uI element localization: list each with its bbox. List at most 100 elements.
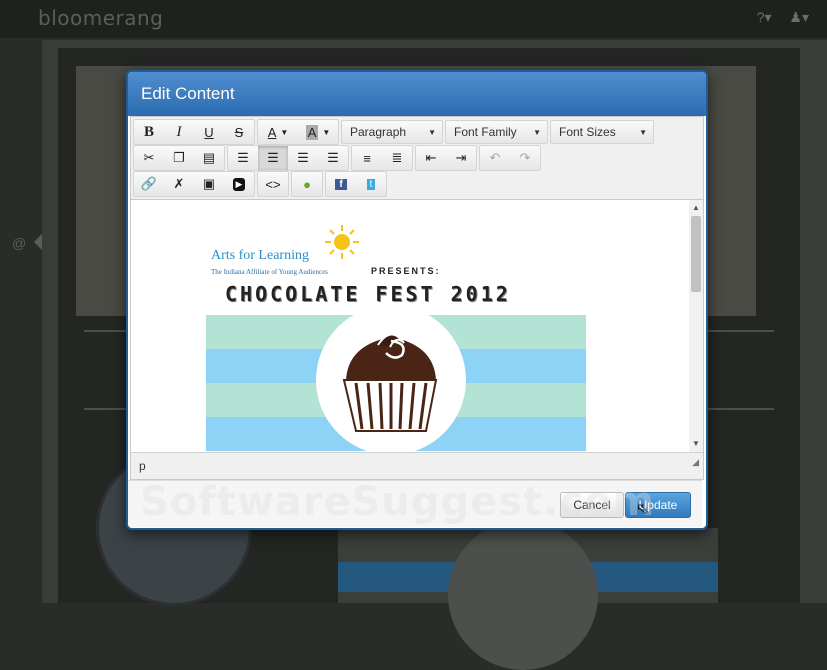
bullet-list-icon: ≡ [363,150,371,166]
redo-button[interactable]: ↷ [510,146,540,170]
toolbar-row-1: B I U S A ▼ A ▼ Paragraph ▼ Font Family ▼ [133,119,701,145]
remove-link-button[interactable]: ✗ [164,172,194,196]
insert-group: 🔗 ✗ ▣ ▶ [133,171,255,197]
copy-button[interactable]: ❐ [164,146,194,170]
video-icon: ▶ [232,177,246,191]
event-title: CHOCOLATE FEST 2012 [225,282,511,306]
top-icons: ?▾ ♟▾ [743,9,809,26]
toolbar-row-3: 🔗 ✗ ▣ ▶ <> ● f t [133,171,701,197]
code-group: <> [257,171,289,197]
font-sizes-select[interactable]: Font Sizes ▼ [550,120,654,144]
background-color-icon: A [305,124,319,140]
indent-icon: ⇥ [455,150,467,165]
chevron-down-icon: ▼ [639,127,647,137]
numbered-list-button[interactable]: ≣ [382,146,412,170]
facebook-button[interactable]: f [326,172,356,196]
collapse-arrow-icon[interactable] [34,234,42,250]
history-group: ↶ ↷ [479,145,541,171]
block-format-label: Paragraph [350,125,407,139]
list-group: ≡ ≣ [351,145,413,171]
watermark: SoftwareSuggest.com [140,479,656,525]
paste-icon: ▤ [202,150,216,165]
align-right-button[interactable]: ☰ [288,146,318,170]
code-icon: <> [265,176,281,192]
chevron-down-icon: ▼ [533,127,541,137]
numbered-list-icon: ≣ [391,150,403,165]
clipboard-group: ✂ ❐ ▤ [133,145,225,171]
leaf-button[interactable]: ● [292,172,322,196]
social-group: f t [325,171,387,197]
underline-button[interactable]: U [194,120,224,144]
align-center-icon: ☰ [267,150,279,165]
bold-button[interactable]: B [134,120,164,144]
twitter-icon: t [366,178,376,190]
cupcake-image [316,305,466,452]
leaf-icon: ● [303,176,311,192]
alignment-group: ☰ ☰ ☰ ☰ [227,145,349,171]
strikethrough-button[interactable]: S [224,120,254,144]
align-left-icon: ☰ [237,150,249,165]
scroll-up-icon[interactable]: ▲ [689,202,703,214]
text-color-button[interactable]: A ▼ [258,120,298,144]
toolbar-row-2: ✂ ❐ ▤ ☰ ☰ ☰ ☰ ≡ ≣ ⇤ ⇥ ↶ ↷ [133,145,701,171]
italic-button[interactable]: I [164,120,194,144]
paste-button[interactable]: ▤ [194,146,224,170]
cut-button[interactable]: ✂ [134,146,164,170]
align-center-button[interactable]: ☰ [258,146,288,170]
scissors-icon: ✂ [143,150,155,165]
block-format-select[interactable]: Paragraph ▼ [341,120,443,144]
rich-text-editor: B I U S A ▼ A ▼ Paragraph ▼ Font Family ▼ [130,116,704,480]
help-icon[interactable]: ?▾ [757,9,772,25]
unlink-icon: ✗ [173,176,185,191]
insert-video-button[interactable]: ▶ [224,172,254,196]
modal-title: Edit Content [141,84,235,103]
editor-toolbar: B I U S A ▼ A ▼ Paragraph ▼ Font Family ▼ [131,117,703,200]
app-logo[interactable]: bloomerang [38,6,163,30]
chevron-down-icon: ▼ [428,127,436,137]
presents-label: PRESENTS: [371,266,441,276]
font-sizes-label: Font Sizes [559,125,616,139]
link-icon: 🔗 [140,176,158,191]
align-left-button[interactable]: ☰ [228,146,258,170]
modal-header: Edit Content [128,72,706,116]
top-bar: bloomerang ?▾ ♟▾ [0,0,827,38]
undo-button[interactable]: ↶ [480,146,510,170]
content-scrollbar[interactable]: ▲ ▼ [689,200,703,452]
org-name: Arts for Learning [211,248,309,263]
align-justify-button[interactable]: ☰ [318,146,348,170]
color-group: A ▼ A ▼ [257,119,339,145]
sun-logo-icon [325,225,359,259]
insert-link-button[interactable]: 🔗 [134,172,164,196]
plugin-group: ● [291,171,323,197]
chevron-down-icon: ▼ [322,127,331,137]
text-style-group: B I U S [133,119,255,145]
redo-icon: ↷ [519,150,531,165]
bullet-list-button[interactable]: ≡ [352,146,382,170]
source-code-button[interactable]: <> [258,172,288,196]
outdent-button[interactable]: ⇤ [416,146,446,170]
copy-icon: ❐ [173,150,185,165]
user-icon[interactable]: ♟▾ [789,9,809,25]
text-color-icon: A [267,124,277,140]
align-right-icon: ☰ [297,150,309,165]
resize-handle-icon[interactable]: ◢ [692,449,699,475]
twitter-button[interactable]: t [356,172,386,196]
outdent-icon: ⇤ [425,150,437,165]
chevron-down-icon: ▼ [280,127,289,137]
org-tagline: The Indiana Affiliate of Young Audiences [211,268,328,276]
font-family-label: Font Family [454,125,517,139]
at-icon: @ [12,235,27,251]
indent-group: ⇤ ⇥ [415,145,477,171]
background-color-button[interactable]: A ▼ [298,120,338,144]
edit-content-modal: Edit Content B I U S A▼ A▼ Paragraph ▼ [126,70,708,530]
insert-image-button[interactable]: ▣ [194,172,224,196]
element-path[interactable]: p [139,459,146,473]
facebook-icon: f [335,178,347,190]
background-cupcake-image [448,520,598,670]
indent-button[interactable]: ⇥ [446,146,476,170]
scrollbar-thumb[interactable] [691,216,701,292]
editor-status-bar: p ◢ [131,452,703,479]
editor-content-area[interactable]: Arts for Learning The Indiana Affiliate … [131,200,687,452]
image-icon: ▣ [202,176,216,191]
font-family-select[interactable]: Font Family ▼ [445,120,548,144]
